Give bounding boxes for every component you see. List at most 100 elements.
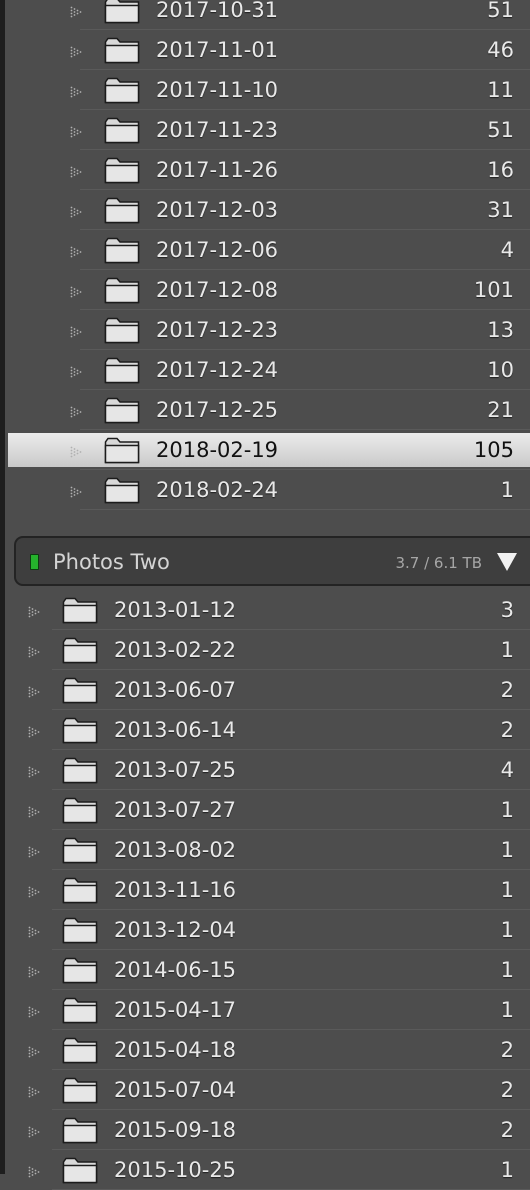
folder-name: 2017-11-23 bbox=[156, 118, 279, 142]
folder-icon bbox=[62, 637, 98, 664]
folder-row[interactable]: 2013-06-14 2 bbox=[0, 710, 530, 750]
folder-icon bbox=[62, 1157, 98, 1184]
disclosure-triangle-icon[interactable] bbox=[28, 726, 40, 738]
folder-row[interactable]: 2014-06-15 1 bbox=[0, 950, 530, 990]
folder-row[interactable]: 2017-11-10 11 bbox=[0, 70, 530, 110]
folder-name: 2015-10-25 bbox=[114, 1158, 237, 1182]
disclosure-triangle-icon[interactable] bbox=[70, 446, 82, 458]
disclosure-triangle-icon[interactable] bbox=[70, 486, 82, 498]
folder-row[interactable]: 2017-12-24 10 bbox=[0, 350, 530, 390]
disclosure-triangle-icon[interactable] bbox=[70, 126, 82, 138]
photo-count: 1 bbox=[500, 798, 514, 822]
folder-row[interactable]: 2013-07-27 1 bbox=[0, 790, 530, 830]
folder-row[interactable]: 2017-12-03 31 bbox=[0, 190, 530, 230]
folder-name: 2013-01-12 bbox=[114, 598, 237, 622]
photo-count: 2 bbox=[500, 1038, 514, 1062]
photo-count: 21 bbox=[487, 398, 514, 422]
folder-name: 2015-09-18 bbox=[114, 1118, 237, 1142]
folder-name: 2017-11-10 bbox=[156, 78, 279, 102]
disclosure-triangle-icon[interactable] bbox=[28, 1006, 40, 1018]
folder-row[interactable]: 2017-11-01 46 bbox=[0, 30, 530, 70]
photo-count: 11 bbox=[487, 78, 514, 102]
folder-row[interactable]: 2013-06-07 2 bbox=[0, 670, 530, 710]
folder-row[interactable]: 2018-02-24 1 bbox=[0, 470, 530, 510]
folder-name: 2013-08-02 bbox=[114, 838, 237, 862]
disclosure-triangle-icon[interactable] bbox=[70, 366, 82, 378]
folder-icon bbox=[62, 757, 98, 784]
disclosure-triangle-icon[interactable] bbox=[70, 6, 82, 18]
volume-status-icon bbox=[30, 554, 39, 570]
disclosure-triangle-icon[interactable] bbox=[28, 806, 40, 818]
folder-row[interactable]: 2017-11-23 51 bbox=[0, 110, 530, 150]
disclosure-triangle-icon[interactable] bbox=[28, 1166, 40, 1178]
disclosure-triangle-icon[interactable] bbox=[70, 86, 82, 98]
folder-row[interactable]: 2015-04-18 2 bbox=[0, 1030, 530, 1070]
folder-row[interactable]: 2013-08-02 1 bbox=[0, 830, 530, 870]
folder-icon bbox=[104, 237, 140, 264]
folder-row[interactable]: 2013-11-16 1 bbox=[0, 870, 530, 910]
folder-icon bbox=[104, 397, 140, 424]
volume-header[interactable]: Photos Two 3.7 / 6.1 TB bbox=[14, 536, 530, 586]
folder-name: 2017-12-06 bbox=[156, 238, 279, 262]
folder-name: 2014-06-15 bbox=[114, 958, 237, 982]
disclosure-triangle-icon[interactable] bbox=[28, 606, 40, 618]
photo-count: 1 bbox=[500, 998, 514, 1022]
folder-row[interactable]: 2013-07-25 4 bbox=[0, 750, 530, 790]
photo-count: 31 bbox=[487, 198, 514, 222]
folder-icon bbox=[62, 877, 98, 904]
photo-count: 105 bbox=[473, 438, 514, 462]
folder-row[interactable]: 2017-10-31 51 bbox=[0, 0, 530, 30]
folder-name: 2013-02-22 bbox=[114, 638, 237, 662]
volume-name: Photos Two bbox=[53, 550, 170, 574]
disclosure-triangle-icon[interactable] bbox=[28, 886, 40, 898]
photo-count: 2 bbox=[500, 1118, 514, 1142]
folder-icon bbox=[104, 477, 140, 504]
disclosure-triangle-icon[interactable] bbox=[28, 1126, 40, 1138]
folder-icon bbox=[62, 837, 98, 864]
disclosure-triangle-icon[interactable] bbox=[70, 46, 82, 58]
triangle-down-icon[interactable] bbox=[496, 552, 518, 572]
folder-row[interactable]: 2017-12-08 101 bbox=[0, 270, 530, 310]
disclosure-triangle-icon[interactable] bbox=[28, 1086, 40, 1098]
disclosure-triangle-icon[interactable] bbox=[28, 766, 40, 778]
folder-icon bbox=[62, 917, 98, 944]
folder-icon bbox=[104, 437, 140, 464]
folder-icon bbox=[104, 197, 140, 224]
folder-icon bbox=[104, 37, 140, 64]
folder-row[interactable]: 2015-07-04 2 bbox=[0, 1070, 530, 1110]
disclosure-triangle-icon[interactable] bbox=[70, 406, 82, 418]
disclosure-triangle-icon[interactable] bbox=[70, 326, 82, 338]
folder-row[interactable]: 2013-02-22 1 bbox=[0, 630, 530, 670]
folder-row[interactable]: 2015-10-25 1 bbox=[0, 1150, 530, 1190]
disclosure-triangle-icon[interactable] bbox=[70, 166, 82, 178]
disclosure-triangle-icon[interactable] bbox=[28, 1046, 40, 1058]
folder-icon bbox=[62, 957, 98, 984]
disclosure-triangle-icon[interactable] bbox=[70, 206, 82, 218]
folder-row[interactable]: 2017-12-23 13 bbox=[0, 310, 530, 350]
disclosure-triangle-icon[interactable] bbox=[28, 646, 40, 658]
folder-row[interactable]: 2013-01-12 3 bbox=[0, 590, 530, 630]
photo-count: 46 bbox=[487, 38, 514, 62]
disclosure-triangle-icon[interactable] bbox=[28, 966, 40, 978]
folder-icon bbox=[104, 317, 140, 344]
folder-name: 2017-12-24 bbox=[156, 358, 279, 382]
folder-icon bbox=[104, 0, 140, 24]
folder-row[interactable]: 2017-11-26 16 bbox=[0, 150, 530, 190]
folder-name: 2013-12-04 bbox=[114, 918, 237, 942]
folder-row[interactable]: 2017-12-06 4 bbox=[0, 230, 530, 270]
disclosure-triangle-icon[interactable] bbox=[28, 686, 40, 698]
folder-row[interactable]: 2013-12-04 1 bbox=[0, 910, 530, 950]
folder-row[interactable]: 2015-09-18 2 bbox=[0, 1110, 530, 1150]
photo-count: 1 bbox=[500, 1158, 514, 1182]
folder-name: 2018-02-19 bbox=[156, 438, 279, 462]
disclosure-triangle-icon[interactable] bbox=[28, 846, 40, 858]
folder-name: 2017-11-26 bbox=[156, 158, 279, 182]
folder-row-selected[interactable]: 2018-02-19 105 bbox=[0, 430, 530, 470]
disclosure-triangle-icon[interactable] bbox=[28, 926, 40, 938]
folder-row[interactable]: 2015-04-17 1 bbox=[0, 990, 530, 1030]
photo-count: 2 bbox=[500, 718, 514, 742]
folder-row[interactable]: 2017-12-25 21 bbox=[0, 390, 530, 430]
disclosure-triangle-icon[interactable] bbox=[70, 286, 82, 298]
photo-count: 1 bbox=[500, 918, 514, 942]
disclosure-triangle-icon[interactable] bbox=[70, 246, 82, 258]
